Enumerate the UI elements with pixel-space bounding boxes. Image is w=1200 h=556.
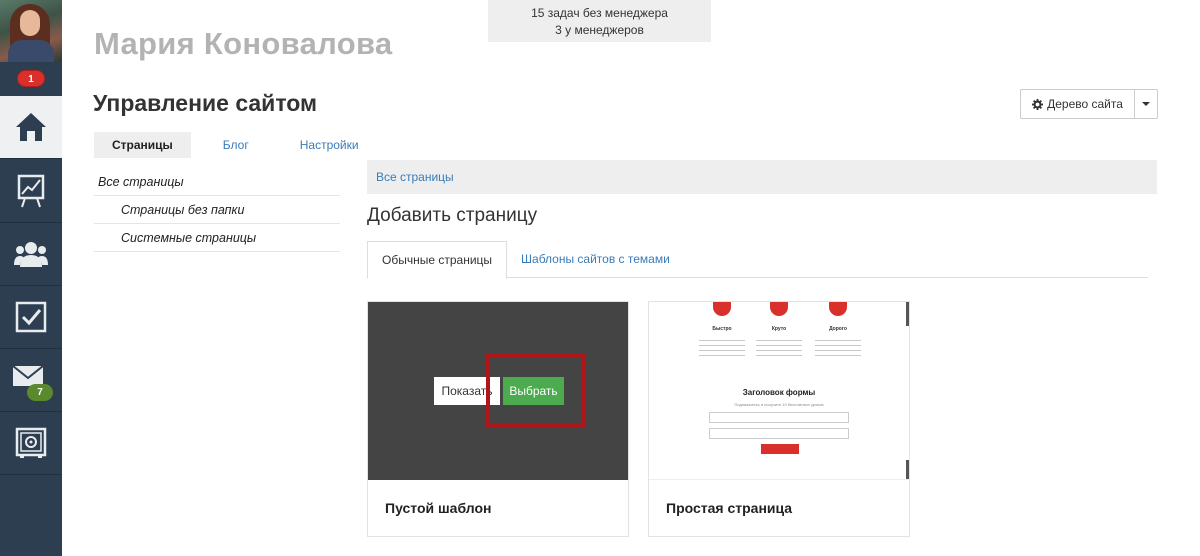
folder-system-pages[interactable]: Системные страницы xyxy=(94,224,340,252)
tab-themed-templates[interactable]: Шаблоны сайтов с темами xyxy=(507,241,684,278)
template-name: Пустой шаблон xyxy=(385,500,492,516)
chart-board-icon xyxy=(17,174,45,208)
tasks-unassigned: 15 задач без менеджера xyxy=(531,6,668,20)
feature-text xyxy=(815,338,861,356)
preview-scrollbar xyxy=(906,302,909,326)
template-tabs: Обычные страницы Шаблоны сайтов с темами xyxy=(367,241,1148,279)
site-tree-dropdown-toggle[interactable] xyxy=(1135,90,1157,118)
notification-area: 1 xyxy=(0,62,62,96)
nav-analytics[interactable] xyxy=(0,160,62,223)
preview-submit xyxy=(761,444,799,454)
add-page-title: Добавить страницу xyxy=(367,205,538,226)
euro-icon xyxy=(829,302,847,316)
gear-icon xyxy=(1032,98,1044,110)
tab-settings[interactable]: Настройки xyxy=(281,132,378,158)
feature-label: Дорого xyxy=(829,326,847,332)
preview-form-subtitle: Подпишитесь и получите 10 бесплатных уро… xyxy=(734,402,824,407)
tab-pages[interactable]: Страницы xyxy=(94,132,191,158)
preview-input xyxy=(709,412,849,423)
notification-badge[interactable]: 1 xyxy=(17,70,45,87)
feature-label: Круто xyxy=(771,326,787,332)
safe-icon xyxy=(15,427,47,458)
page-title: Управление сайтом xyxy=(93,90,318,116)
checkbox-icon xyxy=(15,301,47,333)
preview-scrollbar xyxy=(906,460,909,479)
breadcrumb-all-pages[interactable]: Все страницы xyxy=(376,170,454,184)
user-name: Мария Коновалова xyxy=(94,26,393,61)
folder-list: Все страницы Страницы без папки Системны… xyxy=(94,168,340,252)
folder-no-folder[interactable]: Страницы без папки xyxy=(94,196,340,224)
mail-badge: 7 xyxy=(27,384,53,401)
nav-home[interactable] xyxy=(0,96,62,159)
site-tree-label: Дерево сайта xyxy=(1047,97,1123,111)
site-tree-button-group: Дерево сайта xyxy=(1020,89,1158,119)
chess-icon xyxy=(770,302,788,316)
feature-text xyxy=(699,338,745,356)
nav-safe[interactable] xyxy=(0,412,62,475)
nav-tasks[interactable] xyxy=(0,286,62,349)
tab-blog[interactable]: Блог xyxy=(191,132,281,158)
preview-input xyxy=(709,428,849,439)
site-tree-button[interactable]: Дерево сайта xyxy=(1021,90,1135,118)
nav-mail[interactable]: 7 xyxy=(0,349,62,412)
hourglass-icon xyxy=(713,302,731,316)
template-card-blank[interactable]: Показать Выбрать Пустой шаблон xyxy=(367,301,629,537)
folder-all-pages[interactable]: Все страницы xyxy=(94,168,340,196)
task-summary[interactable]: 15 задач без менеджера 3 у менеджеров xyxy=(488,0,711,42)
tasks-assigned: 3 у менеджеров xyxy=(555,23,644,37)
home-icon xyxy=(16,113,46,141)
main-tabs: Страницы Блог Настройки xyxy=(94,132,378,158)
nav-users[interactable] xyxy=(0,223,62,286)
users-icon xyxy=(14,242,48,267)
avatar[interactable] xyxy=(0,0,62,62)
tab-regular-pages[interactable]: Обычные страницы xyxy=(367,241,508,279)
caret-down-icon xyxy=(1142,102,1150,106)
preview-form-title: Заголовок формы xyxy=(742,388,816,397)
feature-label: Быстро xyxy=(712,326,732,332)
template-preview: Показать Выбрать xyxy=(368,302,628,480)
template-card-simple[interactable]: Быстро Круто Дорого Заголовок формы Подп… xyxy=(648,301,910,537)
breadcrumb: Все страницы xyxy=(367,160,1157,194)
feature-text xyxy=(756,338,802,356)
sidebar: 1 7 xyxy=(0,0,62,556)
template-preview: Быстро Круто Дорого Заголовок формы Подп… xyxy=(649,302,909,480)
template-name: Простая страница xyxy=(666,500,793,516)
highlight-frame xyxy=(486,354,586,427)
